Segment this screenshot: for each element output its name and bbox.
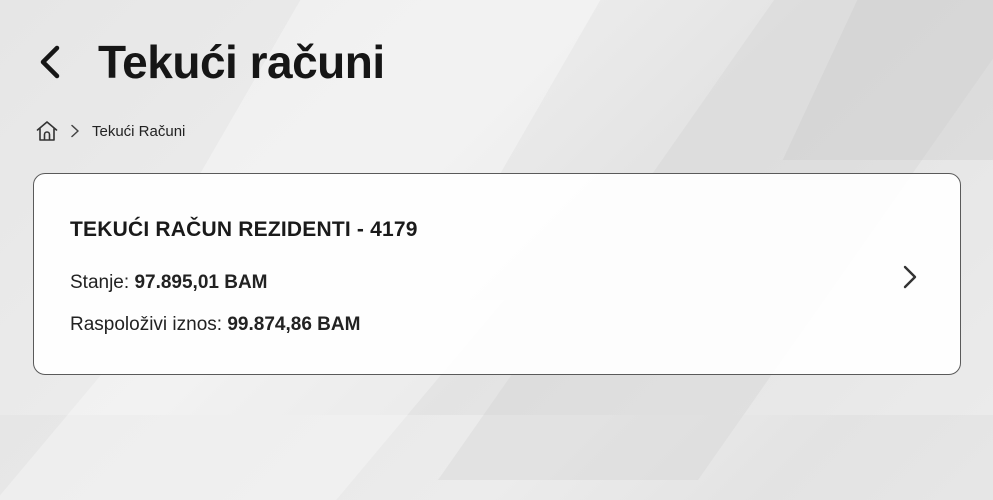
breadcrumb-current: Tekući Računi	[92, 122, 186, 140]
account-name: TEKUĆI RAČUN REZIDENTI - 4179	[70, 218, 418, 241]
back-button[interactable]	[38, 36, 68, 88]
background-shape	[184, 0, 636, 200]
available-amount-label: Raspoloživi iznos:	[70, 314, 223, 335]
background-shape	[782, 0, 993, 160]
available-amount-value: 99.874,86 BAM	[227, 314, 361, 335]
page-header: Tekući računi	[38, 36, 385, 88]
chevron-right-icon	[71, 124, 79, 138]
page-title: Tekući računi	[98, 36, 385, 88]
breadcrumb-home[interactable]	[34, 118, 60, 144]
breadcrumb: Tekući Računi	[34, 118, 185, 144]
balance-row: Stanje: 97.895,01 BAM	[70, 272, 268, 294]
home-icon	[36, 121, 58, 141]
breadcrumb-separator	[70, 124, 80, 138]
chevron-left-icon	[40, 45, 60, 79]
balance-value: 97.895,01 BAM	[134, 272, 268, 293]
account-card[interactable]: TEKUĆI RAČUN REZIDENTI - 4179 Stanje: 97…	[33, 173, 961, 375]
balance-label: Stanje:	[70, 272, 130, 293]
chevron-right-icon	[903, 265, 917, 289]
available-amount-row: Raspoloživi iznos: 99.874,86 BAM	[70, 314, 360, 336]
